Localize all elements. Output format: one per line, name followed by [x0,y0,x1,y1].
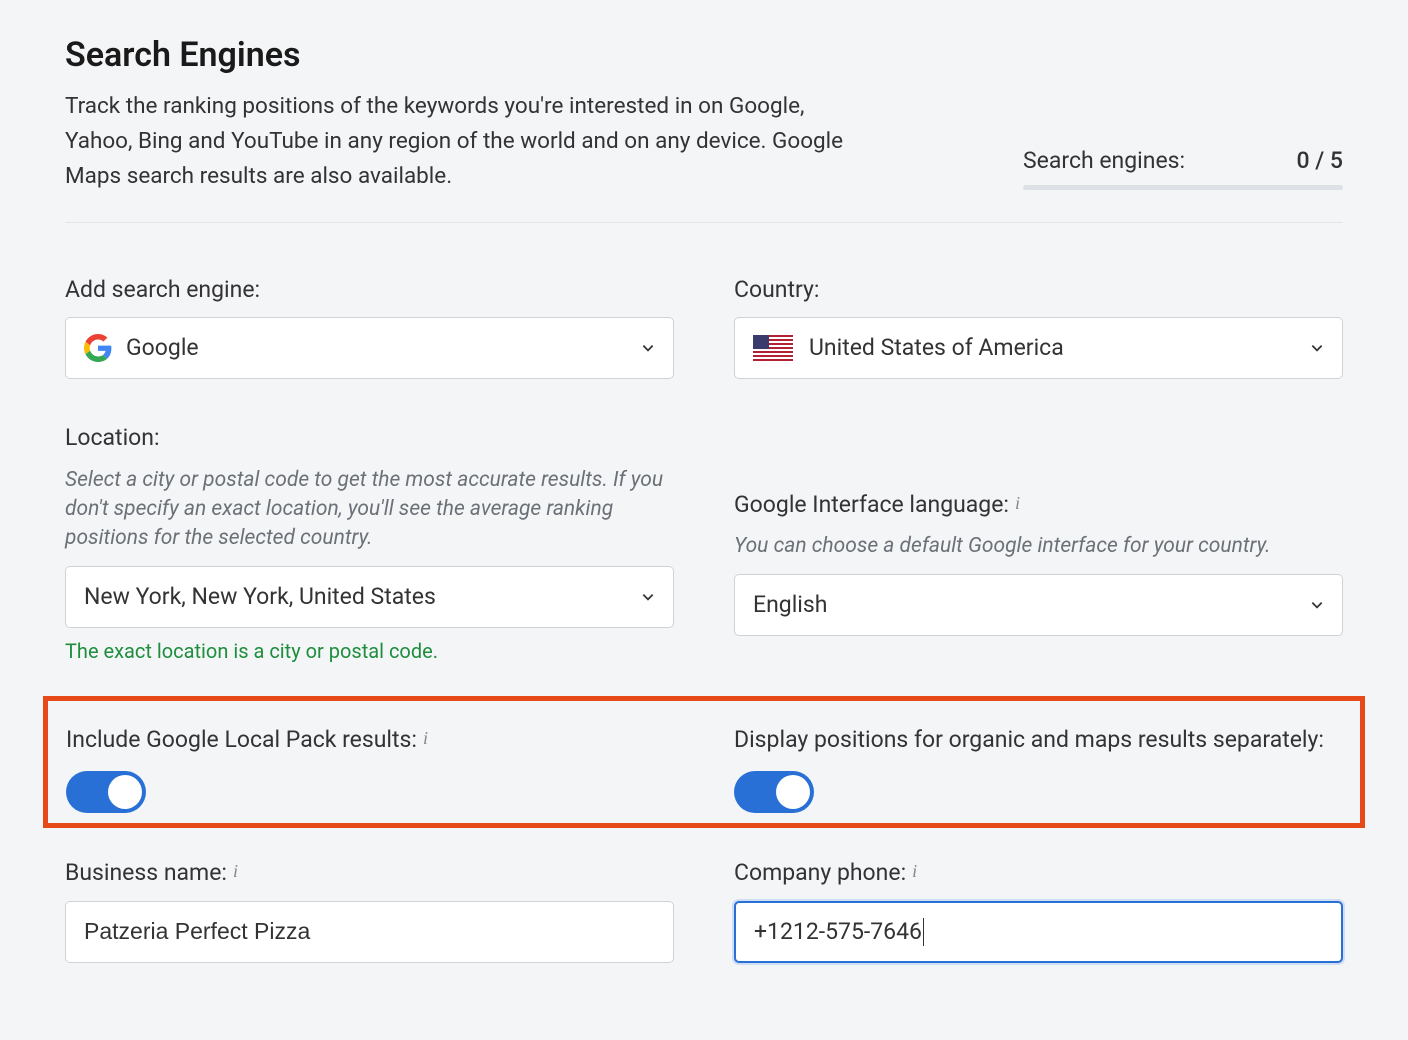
business-name-label: Business name: i [65,856,674,891]
company-phone-input[interactable]: +1212-575-7646 [734,901,1343,963]
google-icon [84,334,112,362]
interface-language-value: English [753,588,827,623]
chevron-down-icon [1310,598,1324,612]
search-engines-count-label: Search engines: [1023,144,1185,179]
chevron-down-icon [1310,341,1324,355]
chevron-down-icon [641,590,655,604]
page-subtitle: Track the ranking positions of the keywo… [65,89,855,194]
display-separate-label: Display positions for organic and maps r… [734,723,1342,758]
search-engines-progress-bar [1023,185,1343,190]
business-name-input[interactable] [65,901,674,963]
location-helper: Select a city or postal code to get the … [65,466,674,554]
location-label: Location: [65,421,674,456]
interface-language-select[interactable]: English [734,574,1343,636]
interface-language-label: Google Interface language: i [734,488,1343,523]
location-select[interactable]: New York, New York, United States [65,566,674,628]
add-search-engine-select[interactable]: Google [65,317,674,379]
info-icon[interactable]: i [912,858,917,885]
info-icon[interactable]: i [1015,490,1020,517]
page-title: Search Engines [65,30,855,81]
location-value: New York, New York, United States [84,580,436,615]
country-value: United States of America [809,331,1064,366]
display-separate-toggle[interactable] [734,771,814,813]
add-search-engine-label: Add search engine: [65,273,674,308]
info-icon[interactable]: i [423,725,428,752]
add-search-engine-value: Google [126,331,199,366]
divider [65,222,1343,223]
country-label: Country: [734,273,1343,308]
highlight-box: Include Google Local Pack results: i Dis… [43,696,1365,829]
search-engines-count-value: 0 / 5 [1296,144,1343,179]
location-hint: The exact location is a city or postal c… [65,636,674,666]
chevron-down-icon [641,341,655,355]
local-pack-toggle[interactable] [66,771,146,813]
info-icon[interactable]: i [233,858,238,885]
country-select[interactable]: United States of America [734,317,1343,379]
usa-flag-icon [753,335,793,361]
company-phone-label: Company phone: i [734,856,1343,891]
local-pack-label: Include Google Local Pack results: i [66,723,674,758]
interface-language-helper: You can choose a default Google interfac… [734,532,1343,561]
